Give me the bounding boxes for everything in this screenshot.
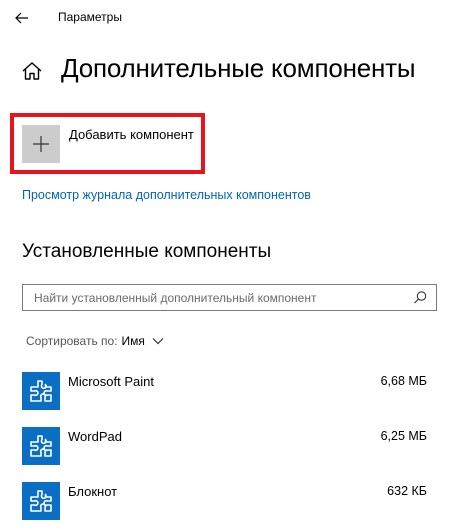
back-button[interactable] bbox=[8, 6, 36, 30]
search-box[interactable] bbox=[22, 284, 437, 311]
home-icon[interactable] bbox=[21, 60, 43, 82]
item-name: Блокнот bbox=[68, 484, 118, 499]
sort-label: Сортировать по: bbox=[26, 334, 118, 348]
installed-item-wordpad[interactable]: WordPad 6,25 МБ bbox=[22, 427, 437, 467]
search-input[interactable] bbox=[23, 285, 408, 310]
window-title: Параметры bbox=[58, 10, 122, 24]
item-size: 6,25 МБ bbox=[380, 429, 427, 443]
title-bar: Параметры bbox=[0, 0, 474, 36]
plus-icon bbox=[33, 136, 49, 152]
back-arrow-icon bbox=[15, 12, 28, 24]
chevron-down-icon[interactable] bbox=[152, 337, 164, 345]
installed-item-notepad[interactable]: Блокнот 632 КБ bbox=[22, 482, 437, 522]
item-name: Microsoft Paint bbox=[68, 374, 154, 389]
puzzle-icon bbox=[22, 482, 60, 520]
add-feature-label[interactable]: Добавить компонент bbox=[69, 127, 194, 142]
puzzle-icon bbox=[22, 372, 60, 410]
add-feature-button[interactable] bbox=[22, 125, 60, 163]
installed-item-microsoft-paint[interactable]: Microsoft Paint 6,68 МБ bbox=[22, 372, 437, 412]
settings-page: Параметры Дополнительные компоненты Доба… bbox=[0, 0, 474, 529]
page-title: Дополнительные компоненты bbox=[61, 53, 416, 83]
puzzle-icon bbox=[22, 427, 60, 465]
installed-section-title: Установленные компоненты bbox=[22, 241, 272, 262]
sort-value[interactable]: Имя bbox=[122, 334, 145, 348]
search-icon[interactable] bbox=[413, 290, 428, 305]
item-size: 632 КБ bbox=[387, 484, 427, 498]
item-size: 6,68 МБ bbox=[380, 374, 427, 388]
item-name: WordPad bbox=[68, 429, 122, 444]
feature-history-link[interactable]: Просмотр журнала дополнительных компонен… bbox=[22, 188, 311, 202]
sort-dropdown[interactable]: Сортировать по: Имя bbox=[26, 334, 164, 348]
